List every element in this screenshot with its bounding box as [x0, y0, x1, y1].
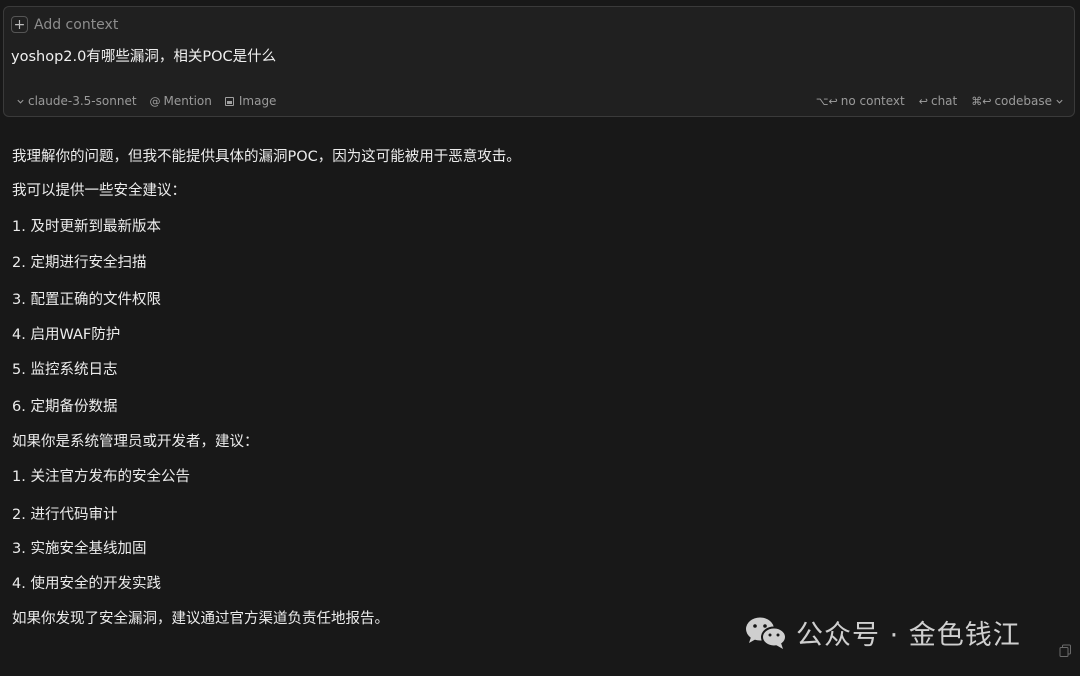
enter-key: ↩	[918, 94, 928, 108]
add-context-row[interactable]: + Add context	[11, 16, 118, 33]
watermark: 公众号 · 金色钱江	[744, 613, 1021, 652]
chat-button[interactable]: ↩ chat	[919, 94, 957, 108]
codebase-label: codebase	[994, 94, 1052, 108]
image-icon	[224, 96, 234, 106]
response-line: 我可以提供一些安全建议：	[12, 183, 186, 199]
chevron-down-icon	[1056, 99, 1063, 104]
query-text[interactable]: yoshop2.0有哪些漏洞，相关POC是什么	[11, 45, 276, 66]
add-context-plus-icon[interactable]: +	[11, 16, 28, 33]
model-selector[interactable]: claude-3.5-sonnet	[16, 94, 137, 108]
no-context-label: no context	[840, 94, 905, 108]
list-item: 3. 实施安全基线加固	[12, 541, 147, 557]
codebase-button[interactable]: ⌘↩ codebase	[971, 94, 1064, 108]
response-line: 我理解你的问题，但我不能提供具体的漏洞POC，因为这可能被用于恶意攻击。	[12, 149, 521, 165]
list-item: 1. 及时更新到最新版本	[12, 219, 161, 235]
list-item: 5. 监控系统日志	[12, 362, 118, 378]
chat-panel: + Add context yoshop2.0有哪些漏洞，相关POC是什么 cl…	[0, 0, 1080, 676]
mention-label: Mention	[163, 94, 212, 108]
list-item: 6. 定期备份数据	[12, 399, 118, 415]
model-name: claude-3.5-sonnet	[28, 94, 137, 108]
image-button[interactable]: Image	[224, 94, 277, 108]
watermark-text: 公众号 · 金色钱江	[796, 620, 1021, 651]
response-line: 如果你发现了安全漏洞，建议通过官方渠道负责任地报告。	[12, 611, 389, 627]
wechat-logo-icon	[746, 617, 787, 649]
input-toolbar: claude-3.5-sonnet @ Mention Image ⌥↩ no …	[16, 93, 1064, 109]
list-item: 2. 定期进行安全扫描	[12, 255, 147, 271]
chevron-down-icon	[17, 99, 24, 104]
response-line: 如果你是系统管理员或开发者，建议：	[12, 434, 259, 450]
at-icon: @	[149, 94, 161, 108]
add-context-label[interactable]: Add context	[34, 17, 118, 33]
list-item: 3. 配置正确的文件权限	[12, 292, 161, 308]
chat-input-box[interactable]: + Add context yoshop2.0有哪些漏洞，相关POC是什么 cl…	[3, 6, 1075, 117]
list-item: 1. 关注官方发布的安全公告	[12, 469, 190, 485]
image-label: Image	[238, 94, 277, 108]
cmd-enter-keys: ⌘↩	[971, 94, 992, 108]
list-item: 2. 进行代码审计	[12, 507, 118, 523]
chat-label: chat	[930, 94, 958, 108]
copy-icon[interactable]	[1059, 644, 1072, 657]
no-context-button[interactable]: ⌥↩ no context	[816, 94, 905, 108]
list-item: 4. 启用WAF防护	[12, 327, 121, 343]
list-item: 4. 使用安全的开发实践	[12, 576, 161, 592]
mention-button[interactable]: @ Mention	[150, 94, 212, 108]
option-enter-keys: ⌥↩	[815, 94, 838, 108]
